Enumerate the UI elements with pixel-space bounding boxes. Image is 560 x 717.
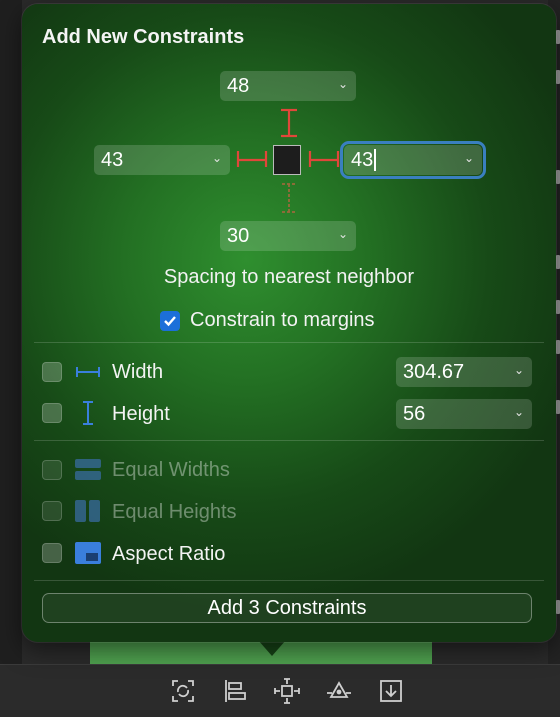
embed-in-icon[interactable]	[376, 676, 406, 706]
popover-arrow	[258, 640, 286, 656]
equal-heights-label: Equal Heights	[112, 501, 237, 523]
divider	[34, 440, 544, 441]
equal-widths-icon	[74, 456, 102, 484]
update-frames-icon[interactable]	[168, 676, 198, 706]
width-label: Width	[112, 361, 164, 383]
spacing-label: Spacing to nearest neighbor	[163, 266, 415, 288]
constrain-to-margins-label: Constrain to margins	[190, 309, 375, 331]
aspect-ratio-label: Aspect Ratio	[112, 543, 226, 565]
top-spacing-value: 48	[227, 74, 250, 97]
height-label: Height	[112, 403, 170, 425]
divider	[34, 342, 544, 343]
left-spacing-value: 43	[101, 148, 124, 171]
aspect-ratio-icon	[74, 539, 102, 567]
chevron-down-icon[interactable]: ⌄	[338, 77, 348, 91]
text-cursor	[374, 149, 377, 171]
popover-title: Add New Constraints	[42, 26, 245, 48]
chevron-down-icon[interactable]: ⌄	[514, 405, 524, 419]
chevron-down-icon[interactable]: ⌄	[464, 151, 474, 165]
width-value-dropdown[interactable]: 304.67 ⌄	[396, 357, 532, 387]
selected-view-box	[273, 145, 301, 175]
add-constraints-icon[interactable]	[272, 676, 302, 706]
bottom-spacing-value: 30	[227, 224, 250, 247]
width-value: 304.67	[403, 360, 465, 383]
checkmark-icon	[164, 315, 176, 326]
align-icon[interactable]	[220, 676, 250, 706]
chevron-down-icon[interactable]: ⌄	[212, 151, 222, 165]
aspect-ratio-checkbox[interactable]	[42, 543, 62, 563]
left-spacing-dropdown[interactable]: 43 ⌄	[94, 145, 230, 175]
equal-widths-checkbox	[42, 460, 62, 480]
chevron-down-icon[interactable]: ⌄	[338, 227, 348, 241]
top-spacing-dropdown[interactable]: 48 ⌄	[220, 71, 356, 101]
chevron-down-icon[interactable]: ⌄	[514, 363, 524, 377]
add-constraints-popover: Add New Constraints 48 ⌄ 43 ⌄ 43 ⌄ 30 ⌄ …	[22, 4, 556, 642]
right-constraint-icon	[308, 151, 340, 167]
equal-heights-checkbox	[42, 501, 62, 521]
width-constraint-icon	[74, 358, 102, 386]
right-spacing-value: 43	[351, 148, 374, 171]
equal-heights-icon	[74, 497, 102, 525]
equal-widths-label: Equal Widths	[112, 459, 230, 481]
bottom-spacing-dropdown[interactable]: 30 ⌄	[220, 221, 356, 251]
height-value-dropdown[interactable]: 56 ⌄	[396, 399, 532, 429]
height-checkbox[interactable]	[42, 403, 62, 423]
constrain-to-margins-checkbox[interactable]	[160, 310, 180, 331]
resolve-issues-icon[interactable]	[324, 676, 354, 706]
canvas-left-edge	[0, 0, 22, 716]
add-constraints-button[interactable]: Add 3 Constraints	[42, 593, 532, 623]
top-constraint-icon	[281, 108, 297, 138]
left-constraint-icon	[236, 151, 268, 167]
height-value: 56	[403, 402, 426, 425]
height-constraint-icon	[74, 399, 102, 427]
bottom-constraint-icon	[282, 183, 296, 213]
width-checkbox[interactable]	[42, 362, 62, 382]
constrain-to-margins-row[interactable]: Constrain to margins	[160, 309, 375, 332]
divider	[34, 580, 544, 581]
right-spacing-field[interactable]: 43 ⌄	[340, 141, 486, 179]
